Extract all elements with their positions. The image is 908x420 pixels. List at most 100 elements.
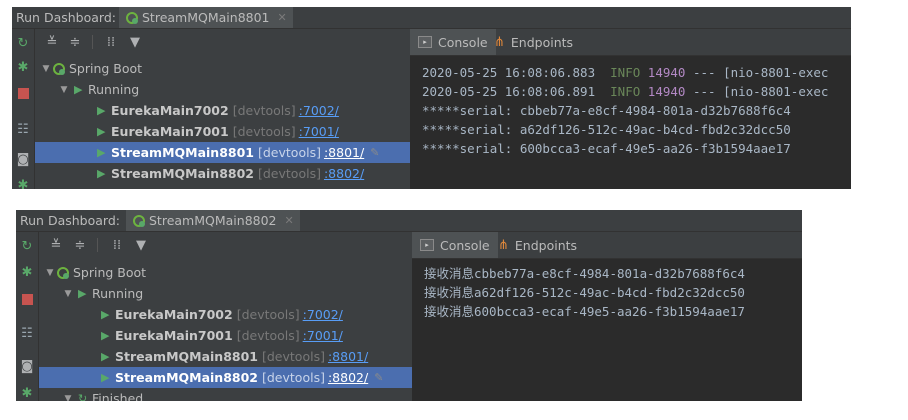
console-line: *****serial: cbbeb77a-e8cf-4984-801a-d32…: [422, 103, 791, 118]
close-tab-icon[interactable]: ✕: [285, 214, 294, 227]
devtools-tag: [devtools]: [232, 103, 296, 118]
tree-node-running[interactable]: ▼ ▶ Running: [39, 283, 412, 304]
left-toolbar: ↻ ✱ ☷ ◙ ✱: [16, 232, 39, 401]
run-config-tab-label: StreamMQMain8801: [142, 10, 270, 25]
app-name: StreamMQMain8801: [111, 145, 254, 160]
tree-node-finished[interactable]: ▼ ↻ Finished: [39, 388, 412, 401]
expand-all-icon[interactable]: ≚: [44, 34, 60, 50]
app-name: StreamMQMain8802: [115, 370, 258, 385]
run-config-tab[interactable]: StreamMQMain8802 ✕: [126, 210, 300, 231]
tree-node-spring-boot[interactable]: ▼ Spring Boot: [35, 58, 410, 79]
console-output[interactable]: 接收消息cbbeb77a-e8cf-4984-801a-d32b7688f6c4…: [424, 264, 802, 401]
run-dashboard-label: Run Dashboard:: [16, 10, 116, 25]
app-name: EurekaMain7002: [111, 103, 229, 118]
tab-endpoints-label: Endpoints: [514, 237, 578, 253]
tree-node-running[interactable]: ▼ ▶ Running: [35, 79, 410, 100]
group-icon[interactable]: ⁞⁞: [103, 34, 119, 50]
expand-arrow-icon[interactable]: ▼: [40, 64, 52, 74]
rerun-icon[interactable]: ↻: [19, 238, 35, 254]
layout-icon[interactable]: ☷: [15, 121, 31, 137]
tab-endpoints-label: Endpoints: [510, 34, 574, 50]
debug-bug-icon[interactable]: ✱: [15, 59, 31, 75]
filter-icon[interactable]: ▼: [127, 34, 143, 50]
tree-node-spring-boot[interactable]: ▼ Spring Boot: [39, 262, 412, 283]
endpoints-icon: ⋔: [494, 34, 505, 50]
log-rest: --- [nio-8801-exec: [692, 65, 829, 80]
devtools-tag: [devtools]: [232, 124, 296, 139]
console-line: 接收消息600bcca3-ecaf-49e5-aa26-f3b1594aae17: [424, 304, 745, 319]
tree-toolbar: ≚ ≑ ⁞⁞ ▼: [35, 29, 410, 55]
debug-settings-icon[interactable]: ✱: [15, 177, 31, 190]
spring-boot-label: Spring Boot: [69, 61, 143, 76]
tree-item-app-selected[interactable]: ▶ StreamMQMain8802 [devtools] :8802/ ✎: [39, 367, 412, 388]
app-name: EurekaMain7001: [115, 328, 233, 343]
app-name: EurekaMain7001: [111, 124, 229, 139]
port-link[interactable]: :8802/: [328, 370, 368, 385]
port-link[interactable]: :8802/: [324, 166, 364, 181]
port-link[interactable]: :7001/: [299, 124, 339, 139]
port-link[interactable]: :7001/: [303, 328, 343, 343]
log-timestamp: 2020-05-25 16:08:06.883: [422, 65, 596, 80]
toolbar-divider: [92, 35, 93, 49]
collapse-all-icon[interactable]: ≑: [67, 34, 83, 50]
tree-item-app[interactable]: ▶ EurekaMain7001 [devtools] :7001/: [35, 121, 410, 142]
log-pid: 14940: [647, 84, 686, 99]
expand-arrow-icon[interactable]: ▼: [44, 268, 56, 278]
port-link[interactable]: :8801/: [324, 145, 364, 160]
console-icon: ▸: [418, 36, 432, 48]
tab-endpoints[interactable]: ⋔ Endpoints: [486, 29, 581, 55]
console-output[interactable]: 2020-05-25 16:08:06.883 INFO 14940 --- […: [422, 63, 851, 189]
filter-icon[interactable]: ▼: [133, 237, 149, 253]
tab-endpoints[interactable]: ⋔ Endpoints: [490, 232, 585, 258]
stop-icon[interactable]: [15, 85, 31, 101]
tree-item-app[interactable]: ▶ StreamMQMain8801 [devtools] :8801/: [39, 346, 412, 367]
tree-item-app[interactable]: ▶ EurekaMain7002 [devtools] :7002/: [35, 100, 410, 121]
log-pid: 14940: [647, 65, 686, 80]
devtools-tag: [devtools]: [262, 349, 325, 364]
port-link[interactable]: :7002/: [299, 103, 339, 118]
camera-icon[interactable]: ◙: [15, 151, 31, 167]
port-link[interactable]: :7002/: [303, 307, 343, 322]
run-config-tab-label: StreamMQMain8802: [149, 213, 277, 228]
spring-boot-icon: [57, 266, 69, 279]
collapse-all-icon[interactable]: ≑: [72, 237, 88, 253]
port-link[interactable]: :8801/: [328, 349, 368, 364]
finished-label: Finished: [92, 391, 144, 401]
run-dashboard-titlebar: Run Dashboard: StreamMQMain8801 ✕: [12, 7, 851, 29]
tree-item-app-selected[interactable]: ▶ StreamMQMain8801 [devtools] :8801/ ✎: [35, 142, 410, 163]
devtools-tag: [devtools]: [258, 166, 321, 181]
close-tab-icon[interactable]: ✕: [278, 11, 287, 24]
run-icon: ▶: [97, 104, 106, 117]
run-icon: ▶: [97, 125, 106, 138]
tree-item-app[interactable]: ▶ EurekaMain7002 [devtools] :7002/: [39, 304, 412, 325]
log-timestamp: 2020-05-25 16:08:06.891: [422, 84, 596, 99]
tree-item-app[interactable]: ▶ StreamMQMain8802 [devtools] :8802/: [35, 163, 410, 184]
run-icon: ▶: [101, 308, 110, 321]
devtools-tag: [devtools]: [258, 145, 321, 160]
running-label: Running: [92, 286, 144, 301]
expand-arrow-icon[interactable]: ▼: [58, 85, 70, 95]
console-area: ▸ Console ⋔ Endpoints 接收消息cbbeb77a-e8cf-…: [412, 232, 802, 401]
expand-all-icon[interactable]: ≚: [48, 237, 64, 253]
expand-arrow-icon[interactable]: ▼: [62, 394, 74, 402]
expand-arrow-icon[interactable]: ▼: [62, 289, 74, 299]
console-line: *****serial: 600bcca3-ecaf-49e5-aa26-f3b…: [422, 141, 791, 156]
run-dashboard-panel-2: Run Dashboard: StreamMQMain8802 ✕ ↻ ✱ ☷ …: [16, 210, 802, 401]
group-icon[interactable]: ⁞⁞: [109, 237, 125, 253]
run-config-tab[interactable]: StreamMQMain8801 ✕: [119, 7, 293, 28]
rerun-icon[interactable]: ↻: [15, 35, 31, 51]
edit-pencil-icon[interactable]: ✎: [374, 371, 383, 384]
services-tree: ≚ ≑ ⁞⁞ ▼ ▼ Spring Boot ▼ ▶ Running ▶ Eur…: [39, 232, 412, 401]
layout-icon[interactable]: ☷: [19, 325, 35, 341]
tab-console[interactable]: ▸ Console: [412, 232, 498, 258]
run-dashboard-label: Run Dashboard:: [20, 213, 120, 228]
debug-settings-icon[interactable]: ✱: [19, 385, 35, 401]
camera-icon[interactable]: ◙: [19, 358, 35, 374]
tree-item-app[interactable]: ▶ EurekaMain7001 [devtools] :7001/: [39, 325, 412, 346]
stop-icon[interactable]: [19, 291, 35, 307]
tab-console[interactable]: ▸ Console: [410, 29, 496, 55]
debug-bug-icon[interactable]: ✱: [19, 264, 35, 280]
console-tabs: ▸ Console ⋔ Endpoints: [410, 29, 851, 56]
edit-pencil-icon[interactable]: ✎: [370, 146, 379, 159]
running-label: Running: [88, 82, 140, 97]
